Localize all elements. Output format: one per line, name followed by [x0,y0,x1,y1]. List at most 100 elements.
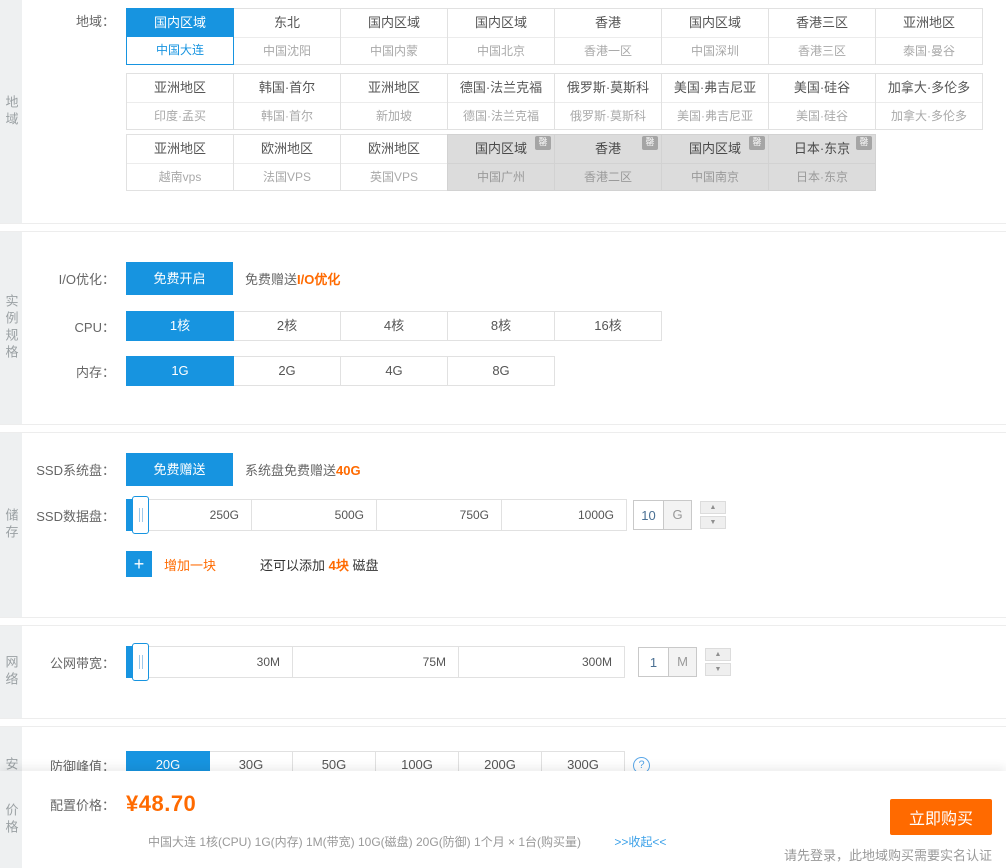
region-option-city: 新加坡 [341,102,447,129]
memory-option[interactable]: 1G [126,356,234,386]
region-option[interactable]: 加拿大·多伦多加拿大·多伦多 [875,73,983,130]
region-option[interactable]: 俄罗斯·莫斯科俄罗斯·莫斯科 [554,73,662,130]
region-option[interactable]: 香港三区香港三区 [768,8,876,65]
region-option[interactable]: 德国·法兰克福德国·法兰克福 [447,73,555,130]
cpu-option[interactable]: 1核 [126,311,234,341]
login-hint: 请先登录，此地域购买需要实名认证 [784,845,992,864]
region-option[interactable]: 亚洲地区泰国·曼谷 [875,8,983,65]
bandwidth-tick[interactable]: 300M [458,646,625,678]
region-option-zone: 加拿大·多伦多 [876,74,982,102]
ssd-data-size-group: G ▲ ▼ [633,500,726,530]
cpu-option[interactable]: 8核 [447,311,555,341]
cpu-option[interactable]: 16核 [554,311,662,341]
ssd-data-size-input[interactable] [633,500,664,530]
memory-options: 1G2G4G8G [126,356,554,386]
bandwidth-spinner-up-icon[interactable]: ▲ [705,648,731,661]
buy-now-button[interactable]: 立即购买 [890,799,992,835]
memory-option[interactable]: 4G [340,356,448,386]
region-option-city: 泰国·曼谷 [876,37,982,64]
price-label: 配置价格： [22,795,126,814]
region-option-zone: 亚洲地区 [876,9,982,37]
region-option-city: 日本·东京 [769,163,875,190]
region-option[interactable]: 国内区域中国大连 [126,8,234,65]
region-option-city: 中国深圳 [662,37,768,64]
region-option[interactable]: 国内区域中国深圳 [661,8,769,65]
add-disk-button[interactable]: 增加一块 [164,555,216,574]
bandwidth-slider-track: 30M75M300M [126,646,624,678]
ssd-data-tick[interactable]: 500G [251,499,377,531]
bandwidth-tick[interactable]: 75M [292,646,459,678]
region-option-zone: 亚洲地区 [127,74,233,102]
ssd-data-slider-track: 250G500G750G1000G [126,499,626,531]
section-instance-spec: 实例规格 I/O优化： 免费开启 免费赠送I/O优化 CPU： 1核2核4核8核… [0,231,1006,425]
section-storage: 储存 SSD系统盘： 免费赠送 系统盘免费赠送40G SSD数据盘： 250G5… [0,432,1006,618]
region-option[interactable]: 美国·弗吉尼亚美国·弗吉尼亚 [661,73,769,130]
price-footer: 价格 配置价格： ¥48.70 中国大连 1核(CPU) 1G(内存) 1M(带… [0,771,1006,868]
memory-option[interactable]: 8G [447,356,555,386]
bandwidth-slider-handle[interactable] [132,643,149,681]
region-option-zone: 国内区域 [127,9,233,37]
sold-out-badge-icon: 罄 [749,136,765,150]
cpu-option[interactable]: 4核 [340,311,448,341]
memory-option[interactable]: 2G [233,356,341,386]
io-note: 免费赠送I/O优化 [245,269,340,288]
bandwidth-spinner-down-icon[interactable]: ▼ [705,663,731,676]
region-option-city: 俄罗斯·莫斯科 [555,102,661,129]
ssd-data-slider-handle[interactable] [132,496,149,534]
region-option: 国内区域罄中国广州 [447,134,555,191]
region-option[interactable]: 美国·硅谷美国·硅谷 [768,73,876,130]
io-free-enable-button[interactable]: 免费开启 [126,262,233,295]
add-disk-note: 还可以添加 4块 磁盘 [260,555,378,574]
cpu-option[interactable]: 2核 [233,311,341,341]
region-option[interactable]: 亚洲地区越南vps [126,134,234,191]
region-option: 日本·东京罄日本·东京 [768,134,876,191]
region-option[interactable]: 亚洲地区新加坡 [340,73,448,130]
region-option-zone: 香港 [555,9,661,37]
ssd-system-free-button[interactable]: 免费赠送 [126,453,233,486]
section-strip: 地域 [0,0,22,223]
section-strip: 网络 [0,626,22,718]
ssd-data-spinner-down-icon[interactable]: ▼ [700,516,726,529]
region-option-city: 香港二区 [555,163,661,190]
region-option[interactable]: 亚洲地区印度·孟买 [126,73,234,130]
region-option-city: 印度·孟买 [127,102,233,129]
region-option-zone: 欧洲地区 [341,135,447,163]
bandwidth-tick[interactable]: 30M [126,646,293,678]
region-option-city: 香港一区 [555,37,661,64]
ssd-data-unit: G [664,500,692,530]
region-option-zone: 国内区域 [662,9,768,37]
region-option-city: 中国内蒙 [341,37,447,64]
bandwidth-size-input[interactable] [638,647,669,677]
region-option[interactable]: 欧洲地区法国VPS [233,134,341,191]
add-disk-plus-icon[interactable]: + [126,551,152,577]
region-option-city: 中国广州 [448,163,554,190]
region-option[interactable]: 东北中国沈阳 [233,8,341,65]
section-region: 地域 地域： 国内区域中国大连东北中国沈阳国内区域中国内蒙国内区域中国北京香港香… [0,0,1006,224]
region-option-zone: 香港罄 [555,135,661,163]
section-label-storage: 储存 [2,508,21,542]
region-option-zone: 国内区域 [341,9,447,37]
region-option[interactable]: 欧洲地区英国VPS [340,134,448,191]
region-grid-row2: 亚洲地区印度·孟买韩国·首尔韩国·首尔亚洲地区新加坡德国·法兰克福德国·法兰克福… [126,73,982,130]
region-option-zone: 欧洲地区 [234,135,340,163]
region-grid-row3: 亚洲地区越南vps欧洲地区法国VPS欧洲地区英国VPS国内区域罄中国广州香港罄香… [126,134,982,191]
bandwidth-unit: M [669,647,697,677]
ssd-data-spinner-up-icon[interactable]: ▲ [700,501,726,514]
sold-out-badge-icon: 罄 [856,136,872,150]
region-option[interactable]: 国内区域中国北京 [447,8,555,65]
region-option-city: 香港三区 [769,37,875,64]
collapse-link[interactable]: >>收起<< [614,835,666,849]
section-network: 网络 公网带宽： 30M75M300M M ▲ ▼ [0,625,1006,719]
region-option[interactable]: 香港香港一区 [554,8,662,65]
region-option[interactable]: 国内区域中国内蒙 [340,8,448,65]
region-option-zone: 国内区域罄 [662,135,768,163]
ssd-data-tick[interactable]: 1000G [501,499,627,531]
ssd-data-tick[interactable]: 750G [376,499,502,531]
cpu-options: 1核2核4核8核16核 [126,311,661,341]
ssd-system-label: SSD系统盘： [22,460,126,479]
region-option[interactable]: 韩国·首尔韩国·首尔 [233,73,341,130]
region-option-city: 中国南京 [662,163,768,190]
region-option-zone: 日本·东京罄 [769,135,875,163]
region-option: 国内区域罄中国南京 [661,134,769,191]
section-label-price: 价格 [2,803,21,837]
